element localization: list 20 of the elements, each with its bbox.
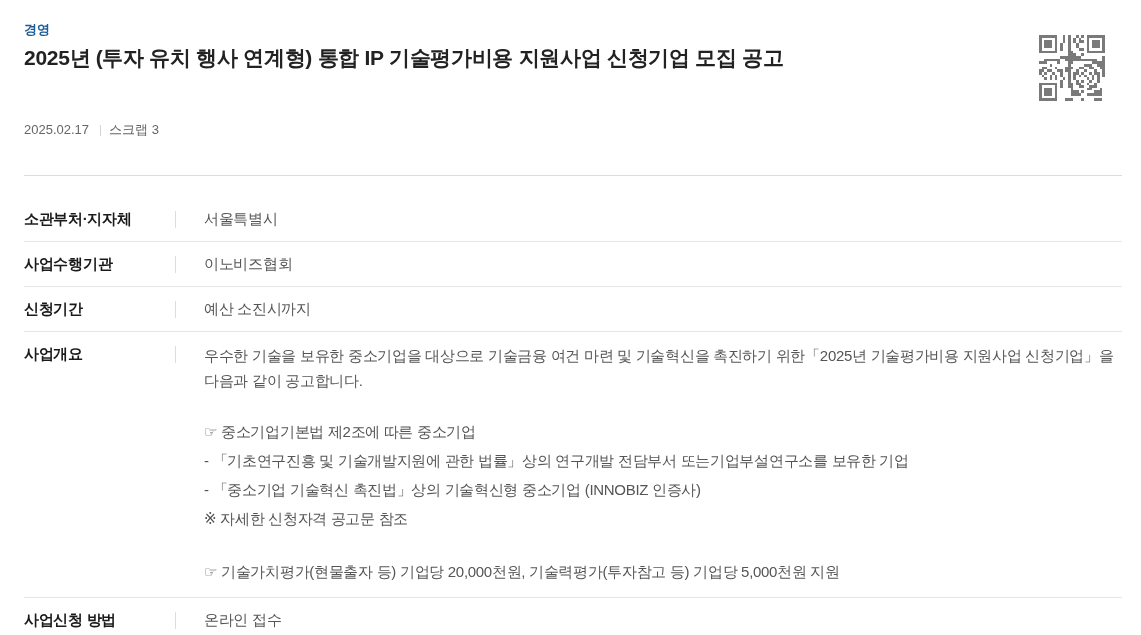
detail-value: 이노비즈협회	[204, 254, 293, 274]
detail-value: 온라인 접수	[204, 610, 282, 630]
overview-text: ※ 자세한 신청자격 공고문 참조	[204, 509, 410, 529]
qr-code	[1039, 35, 1105, 101]
overview-text: ☞ 중소기업기본법 제2조에 따른 중소기업	[204, 422, 477, 442]
category-label: 경영	[24, 21, 50, 39]
detail-label: 소관부처·지자체	[24, 209, 133, 229]
detail-label: 사업수행기관	[24, 254, 114, 274]
post-date: 2025.02.17	[24, 121, 90, 139]
scrap-count: 스크랩 3	[109, 121, 159, 139]
overview-text: ☞ 기술가치평가(현물출자 등) 기업당 20,000천원, 기술력평가(투자참고 등) 기업당 5,000천원 지원	[204, 562, 841, 582]
detail-value: 예산 소진시까지	[204, 299, 311, 319]
overview-text: 우수한 기술을 보유한 중소기업을 대상으로 기술금융 여건 마련 및 기술혁신을 촉진하기 위한「2025년 기술평가비용 지원사업 신청기업」을 다음과 같이 공고합니다.	[204, 346, 1115, 391]
detail-label: 사업개요	[24, 344, 84, 364]
overview-text: - 「기초연구진흥 및 기술개발지원에 관한 법률」상의 연구개발 전담부서 또는기업부설연구소를 보유한 기업	[204, 451, 910, 471]
detail-value: 서울특별시	[204, 209, 278, 229]
detail-label: 신청기간	[24, 299, 84, 319]
detail-label: 사업신청 방법	[24, 610, 118, 630]
post-title: 2025년 (투자 유치 행사 연계형) 통합 IP 기술평가비용 지원사업 신청기업 모집 공고	[24, 45, 784, 71]
overview-text: - 「중소기업 기술혁신 촉진법」상의 기술혁신형 중소기업 (INNOBIZ 인증사)	[204, 480, 702, 500]
